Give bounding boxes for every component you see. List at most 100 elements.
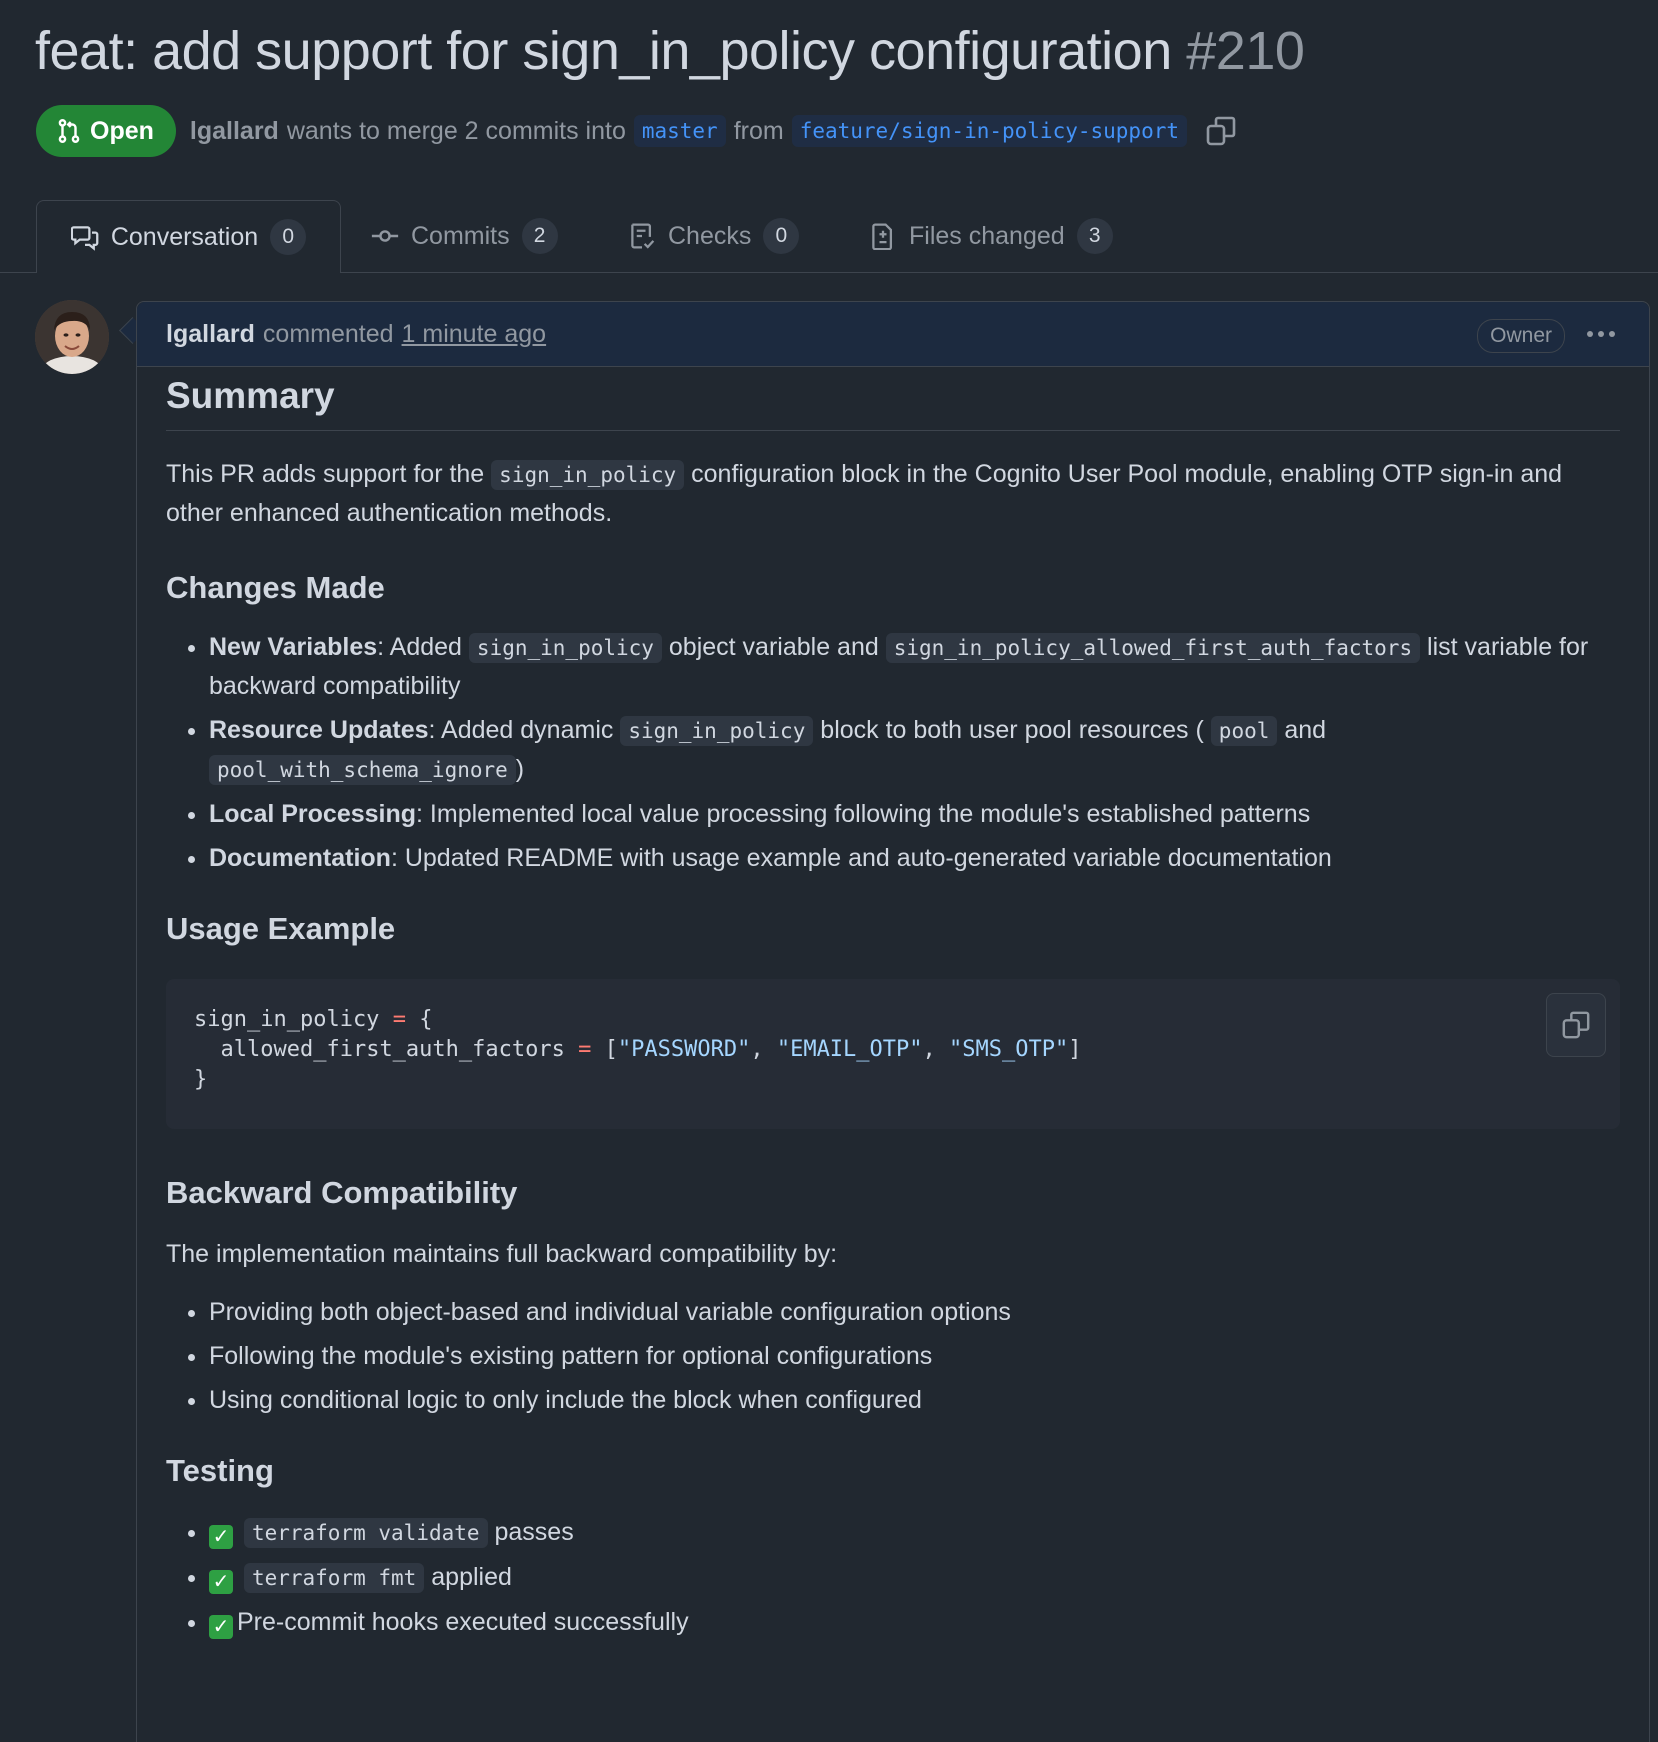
comment-header: lgallard commented 1 minute ago Owner bbox=[137, 302, 1649, 367]
usage-heading: Usage Example bbox=[166, 911, 396, 946]
merge-text: wants to merge 2 commits into bbox=[286, 116, 626, 145]
git-commit-icon bbox=[371, 230, 399, 242]
item-label: Documentation bbox=[209, 844, 391, 872]
inline-code: pool bbox=[1210, 716, 1278, 746]
base-branch[interactable]: master bbox=[633, 115, 726, 147]
comment-author-link[interactable]: lgallard bbox=[166, 320, 255, 349]
compat-intro: The implementation maintains full backwa… bbox=[166, 1240, 838, 1268]
check-mark-icon: ✓ bbox=[209, 1525, 233, 1549]
list-item: ✓Pre-commit hooks executed successfully bbox=[209, 1603, 1620, 1641]
list-item: ✓ terraform validate passes bbox=[209, 1513, 1620, 1552]
code-token: sign_in_policy bbox=[194, 1007, 380, 1032]
tab-counter: 0 bbox=[763, 218, 800, 254]
code-token: ] bbox=[1068, 1037, 1082, 1062]
state-badge: Open bbox=[36, 105, 176, 157]
changes-list: New Variables: Added sign_in_policy obje… bbox=[166, 628, 1620, 877]
item-text: and bbox=[1284, 716, 1327, 744]
item-text: ) bbox=[515, 755, 525, 783]
code-token: = bbox=[578, 1037, 592, 1062]
comment-body: Summary This PR adds support for the sig… bbox=[166, 370, 1620, 1647]
pr-meta: Open lgallard wants to merge 2 commits i… bbox=[36, 105, 1237, 157]
list-item: Providing both object-based and individu… bbox=[209, 1293, 1620, 1331]
list-item: New Variables: Added sign_in_policy obje… bbox=[209, 628, 1620, 705]
code-token: "SMS_OTP" bbox=[949, 1037, 1069, 1062]
code-block: sign_in_policy = { allowed_first_auth_fa… bbox=[166, 979, 1620, 1129]
pr-author-link[interactable]: lgallard bbox=[190, 117, 279, 146]
inline-code: pool_with_schema_ignore bbox=[209, 755, 516, 785]
summary-paragraph: This PR adds support for the sign_in_pol… bbox=[166, 455, 1620, 532]
tab-files-changed[interactable]: Files changed 3 bbox=[869, 200, 1113, 272]
copy-icon bbox=[1562, 1011, 1590, 1039]
item-label: Local Processing bbox=[209, 800, 417, 828]
item-text: : Added dynamic bbox=[428, 716, 614, 744]
code-token: "PASSWORD" bbox=[617, 1037, 751, 1062]
comment-action: commented bbox=[262, 319, 394, 348]
inline-code: sign_in_policy_allowed_first_auth_factor… bbox=[885, 633, 1421, 663]
tab-label: Conversation bbox=[110, 222, 259, 251]
pull-request-icon bbox=[58, 119, 80, 143]
list-item: Following the module's existing pattern … bbox=[209, 1337, 1620, 1375]
testing-list: ✓ terraform validate passes ✓ terraform … bbox=[166, 1513, 1620, 1641]
comment-discussion-icon bbox=[70, 226, 99, 251]
item-label: New Variables bbox=[209, 633, 378, 661]
testing-heading: Testing bbox=[166, 1453, 274, 1488]
changes-heading: Changes Made bbox=[166, 570, 385, 605]
item-text: : Added bbox=[377, 633, 462, 661]
pr-title-text: feat: add support for sign_in_policy con… bbox=[35, 21, 1172, 81]
code-token: "EMAIL_OTP" bbox=[776, 1037, 923, 1062]
code-token: = bbox=[392, 1007, 406, 1032]
inline-code: sign_in_policy bbox=[491, 460, 685, 490]
tab-counter: 2 bbox=[521, 218, 558, 254]
item-text: passes bbox=[494, 1518, 574, 1546]
code-token: allowed_first_auth_factors bbox=[220, 1037, 565, 1062]
item-text: object variable and bbox=[668, 633, 879, 661]
list-item: Local Processing: Implemented local valu… bbox=[209, 795, 1620, 833]
item-label: Resource Updates bbox=[209, 716, 429, 744]
check-mark-icon: ✓ bbox=[209, 1615, 233, 1639]
item-text: : Implemented local value processing fol… bbox=[416, 800, 1311, 828]
code-token: { bbox=[419, 1007, 433, 1032]
file-diff-icon bbox=[872, 223, 893, 250]
state-label: Open bbox=[90, 116, 154, 145]
inline-code: sign_in_policy bbox=[468, 633, 662, 663]
inline-code: terraform validate bbox=[243, 1518, 488, 1548]
tab-conversation[interactable]: Conversation 0 bbox=[36, 200, 341, 273]
code-token: , bbox=[750, 1037, 764, 1062]
item-text: Pre-commit hooks executed successfully bbox=[237, 1608, 689, 1636]
list-item: Using conditional logic to only include … bbox=[209, 1381, 1620, 1419]
code-token: } bbox=[194, 1067, 208, 1092]
code-token: [ bbox=[604, 1037, 618, 1062]
pr-number: #210 bbox=[1186, 21, 1305, 81]
list-item: ✓ terraform fmt applied bbox=[209, 1558, 1620, 1597]
summary-text-1: This PR adds support for the bbox=[166, 460, 485, 488]
tab-label: Checks bbox=[668, 221, 752, 250]
check-mark-icon: ✓ bbox=[209, 1570, 233, 1594]
pr-title: feat: add support for sign_in_policy con… bbox=[35, 20, 1305, 82]
item-text: : Updated README with usage example and … bbox=[390, 844, 1332, 872]
tab-commits[interactable]: Commits 2 bbox=[371, 200, 558, 272]
tab-counter: 0 bbox=[270, 219, 307, 255]
from-text: from bbox=[733, 116, 784, 145]
compat-heading: Backward Compatibility bbox=[166, 1175, 518, 1210]
item-text: block to both user pool resources ( bbox=[820, 716, 1204, 744]
tab-checks[interactable]: Checks 0 bbox=[628, 200, 800, 272]
inline-code: terraform fmt bbox=[243, 1563, 425, 1593]
avatar[interactable] bbox=[35, 300, 109, 374]
head-branch[interactable]: feature/sign-in-policy-support bbox=[791, 115, 1187, 147]
copy-branch-icon[interactable] bbox=[1205, 115, 1237, 147]
code-token: , bbox=[922, 1037, 936, 1062]
tab-label: Commits bbox=[411, 221, 510, 250]
tab-counter: 3 bbox=[1076, 218, 1113, 254]
comment-timestamp[interactable]: 1 minute ago bbox=[402, 320, 547, 349]
inline-code: sign_in_policy bbox=[620, 716, 814, 746]
copy-code-button[interactable] bbox=[1546, 993, 1606, 1057]
compat-list: Providing both object-based and individu… bbox=[166, 1293, 1620, 1419]
summary-heading: Summary bbox=[166, 370, 1620, 431]
owner-badge: Owner bbox=[1477, 319, 1565, 353]
tab-label: Files changed bbox=[909, 221, 1065, 250]
list-item: Documentation: Updated README with usage… bbox=[209, 839, 1620, 877]
kebab-menu-icon[interactable] bbox=[1583, 316, 1619, 352]
list-item: Resource Updates: Added dynamic sign_in_… bbox=[209, 711, 1620, 789]
item-text: applied bbox=[431, 1563, 512, 1591]
pr-tabs: Conversation 0 Commits 2 Checks 0 Files … bbox=[0, 200, 1658, 273]
